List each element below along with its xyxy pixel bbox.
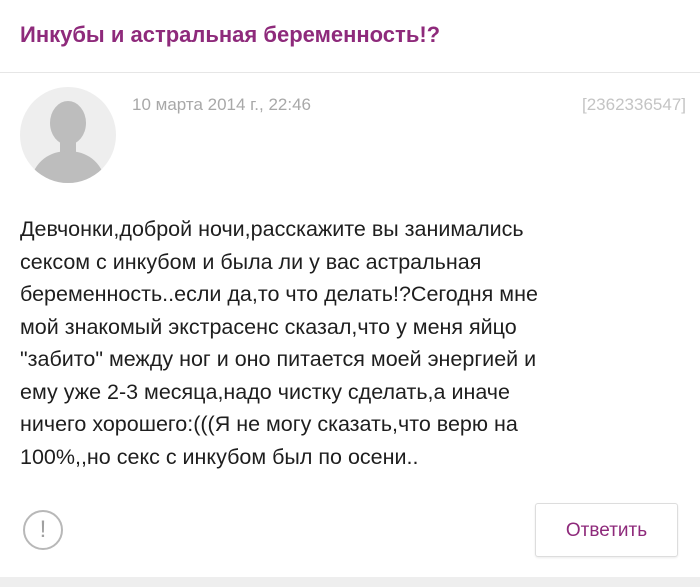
topic-title[interactable]: Инкубы и астральная беременность!? <box>20 22 440 48</box>
post-text-line: мой знакомый экстрасенс сказал,что у мен… <box>20 314 517 339</box>
user-avatar-icon[interactable] <box>20 87 116 183</box>
bottom-divider <box>0 577 700 587</box>
post-card: 10 марта 2014 г., 22:46 [2362336547] Дев… <box>0 73 700 576</box>
post-date: 10 марта 2014 г., 22:46 <box>132 95 312 114</box>
post-text-line: "забито" между ног и оно питается моей э… <box>20 347 537 371</box>
post-text-line: ничего хорошего:(((Я не могу сказать,что… <box>20 412 518 436</box>
post-body: Девчонки,доброй ночи,расскажите вы заним… <box>20 213 690 473</box>
report-exclamation-icon[interactable]: ! <box>23 510 63 550</box>
person-silhouette-icon <box>30 101 106 183</box>
post-text-line: 100%,,но секс с инкубом был по осени.. <box>20 444 419 469</box>
post-text-line: беременность..если да,то что делать!?Сег… <box>20 282 538 306</box>
post-text-line: сексом с инкубом и была ли у вас астраль… <box>20 249 482 274</box>
topic-header: Инкубы и астральная беременность!? <box>0 0 700 73</box>
post-id: [2362336547] <box>582 95 686 114</box>
post-text-line: ему уже 2-3 месяца,надо чистку сделать,а… <box>20 379 510 404</box>
post-text-line: Девчонки,доброй ночи,расскажите вы заним… <box>20 217 524 241</box>
reply-button[interactable]: Ответить <box>535 503 678 557</box>
